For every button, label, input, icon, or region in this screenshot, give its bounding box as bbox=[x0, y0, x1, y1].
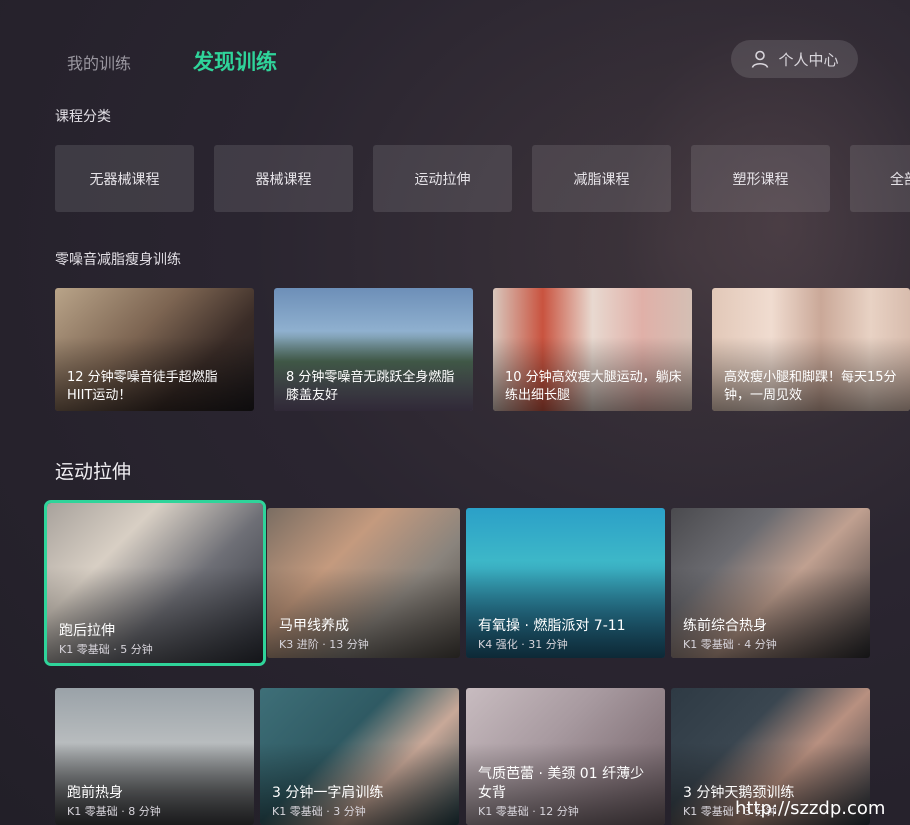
person-icon bbox=[752, 50, 769, 68]
category-stretch[interactable]: 运动拉伸 bbox=[373, 145, 512, 212]
stretch-section-heading: 运动拉伸 bbox=[55, 461, 132, 483]
quiet-card-2[interactable]: 8 分钟零噪音无跳跃全身燃脂 膝盖友好 bbox=[274, 288, 473, 411]
stretch-card-2[interactable]: 马甲线养成 K3 进阶 · 13 分钟 bbox=[267, 508, 460, 658]
categories-heading: 课程分类 bbox=[55, 109, 111, 125]
category-all[interactable]: 全部 bbox=[850, 145, 910, 212]
category-equipment[interactable]: 器械课程 bbox=[214, 145, 353, 212]
category-fat-loss[interactable]: 减脂课程 bbox=[532, 145, 671, 212]
user-center-label: 个人中心 bbox=[778, 50, 839, 69]
stretch-card-7[interactable]: 气质芭蕾 · 美颈 01 纤薄少女背 K1 零基础 · 12 分钟 bbox=[466, 688, 665, 825]
stretch-card-meta: K1 零基础 · 3 分钟 bbox=[272, 805, 366, 818]
stretch-card-5[interactable]: 跑前热身 K1 零基础 · 8 分钟 bbox=[55, 688, 254, 825]
tab-discover-training[interactable]: 发现训练 bbox=[193, 46, 277, 76]
stretch-card-6[interactable]: 3 分钟一字肩训练 K1 零基础 · 3 分钟 bbox=[260, 688, 459, 825]
stretch-card-meta: K3 进阶 · 13 分钟 bbox=[279, 638, 369, 651]
tab-my-training[interactable]: 我的训练 bbox=[67, 50, 131, 74]
quiet-training-heading: 零噪音减脂瘦身训练 bbox=[55, 252, 181, 268]
quiet-card-4[interactable]: 高效瘦小腿和脚踝！每天15分钟，一周见效 bbox=[712, 288, 910, 411]
stretch-card-meta: K1 零基础 · 12 分钟 bbox=[478, 805, 579, 818]
quiet-card-title: 12 分钟零噪音徒手超燃脂 HIIT运动！ bbox=[67, 370, 218, 403]
stretch-card-title: 气质芭蕾 · 美颈 01 纤薄少女背 bbox=[478, 766, 645, 801]
stretch-card-title: 马甲线养成 bbox=[279, 618, 349, 634]
stretch-card-meta: K1 零基础 · 8 分钟 bbox=[67, 805, 161, 818]
category-shaping[interactable]: 塑形课程 bbox=[691, 145, 830, 212]
stretch-card-title: 有氧操 · 燃脂派对 7-11 bbox=[478, 618, 626, 634]
quiet-card-title: 10 分钟高效瘦大腿运动，躺床练出细长腿 bbox=[505, 370, 682, 403]
watermark-text: http://szzdp.com bbox=[735, 798, 886, 819]
stretch-card-title: 3 分钟一字肩训练 bbox=[272, 785, 384, 801]
stretch-card-meta: K4 强化 · 31 分钟 bbox=[478, 638, 568, 651]
stretch-card-3[interactable]: 有氧操 · 燃脂派对 7-11 K4 强化 · 31 分钟 bbox=[466, 508, 665, 658]
top-navigation: 我的训练 发现训练 个人中心 bbox=[0, 0, 910, 110]
stretch-card-title: 练前综合热身 bbox=[683, 618, 767, 634]
category-row: 无器械课程 器械课程 运动拉伸 减脂课程 塑形课程 全部 bbox=[55, 145, 910, 212]
quiet-card-title: 8 分钟零噪音无跳跃全身燃脂 膝盖友好 bbox=[286, 370, 455, 403]
stretch-card-4[interactable]: 练前综合热身 K1 零基础 · 4 分钟 bbox=[671, 508, 870, 658]
user-center-button[interactable]: 个人中心 bbox=[731, 40, 858, 78]
quiet-card-title: 高效瘦小腿和脚踝！每天15分钟，一周见效 bbox=[724, 370, 897, 403]
quiet-card-1[interactable]: 12 分钟零噪音徒手超燃脂 HIIT运动！ bbox=[55, 288, 254, 411]
quiet-card-3[interactable]: 10 分钟高效瘦大腿运动，躺床练出细长腿 bbox=[493, 288, 692, 411]
stretch-card-title: 跑前热身 bbox=[67, 785, 123, 801]
stretch-card-1[interactable]: 跑后拉伸 K1 零基础 · 5 分钟 bbox=[44, 500, 266, 666]
stretch-card-title: 跑后拉伸 bbox=[59, 623, 115, 639]
category-no-equipment[interactable]: 无器械课程 bbox=[55, 145, 194, 212]
stretch-card-meta: K1 零基础 · 5 分钟 bbox=[59, 643, 153, 656]
stretch-card-meta: K1 零基础 · 4 分钟 bbox=[683, 638, 777, 651]
